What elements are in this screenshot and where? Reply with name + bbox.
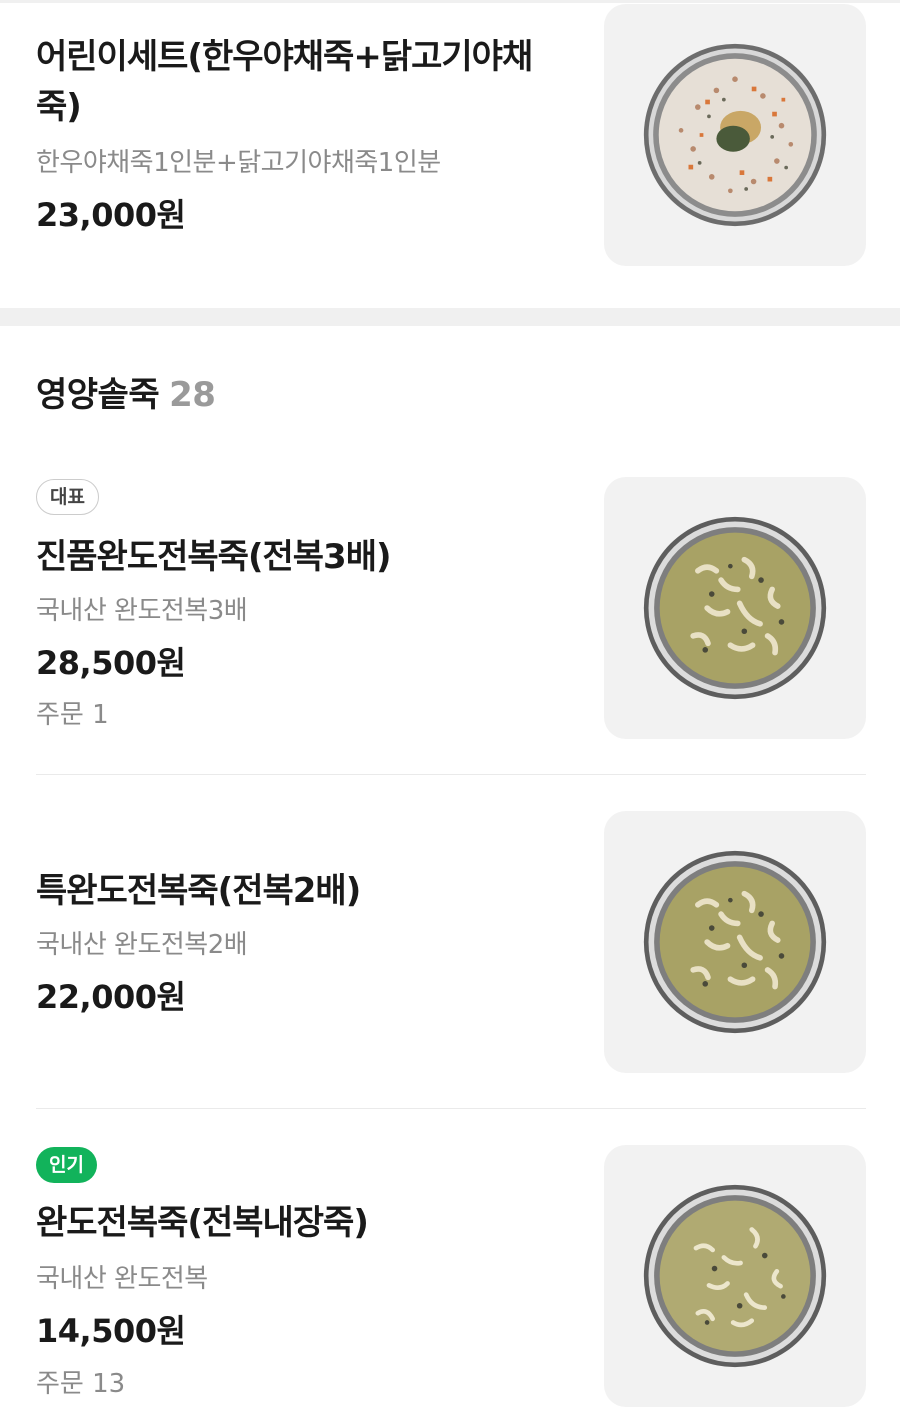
menu-item-price: 22,000원	[36, 978, 186, 1016]
menu-item-price: 28,500원	[36, 644, 186, 682]
menu-item-description: 국내산 완도전복	[36, 1264, 208, 1294]
menu-item-title: 특완도전복죽(전복2배)	[36, 871, 361, 911]
menu-item-title: 어린이세트(한우야채죽+닭고기야채죽)	[36, 37, 533, 127]
item-divider	[36, 774, 866, 775]
menu-item-title: 진품완도전복죽(전복3배)	[36, 537, 392, 577]
menu-item-title: 완도전복죽(전복내장죽)	[36, 1203, 369, 1243]
menu-item-special-abalone[interactable]: 특완도전복죽(전복2배) 국내산 완도전복2배 22,000원	[36, 810, 866, 1074]
popular-badge: 인기	[36, 1147, 97, 1183]
menu-page: 어린이세트(한우야채죽+닭고기야채죽) 한우야채죽1인분+닭고기야채죽1인분 2…	[0, 0, 900, 1415]
section-count: 28	[169, 375, 216, 415]
menu-item-order-count: 주문 13	[36, 1369, 126, 1399]
menu-item-order-count: 주문 1	[36, 700, 109, 730]
menu-item-description: 국내산 완도전복2배	[36, 930, 248, 960]
menu-item-abalone[interactable]: 인기 완도전복죽(전복내장죽) 국내산 완도전복 14,500원 주문 13	[36, 1144, 866, 1408]
abalone-porridge-icon	[643, 850, 827, 1034]
menu-item-price: 14,500원	[36, 1312, 186, 1350]
porridge-vegetable-icon	[643, 43, 827, 227]
section-title: 영양솥죽	[36, 375, 160, 415]
abalone-porridge-icon	[643, 1184, 827, 1368]
item-divider	[36, 1108, 866, 1109]
menu-item-kids-set[interactable]: 어린이세트(한우야채죽+닭고기야채죽) 한우야채죽1인분+닭고기야채죽1인분 2…	[36, 0, 866, 290]
section-header: 영양솥죽 28	[36, 372, 216, 418]
menu-item-image[interactable]	[604, 477, 866, 739]
menu-item-image[interactable]	[604, 1145, 866, 1407]
menu-item-description: 국내산 완도전복3배	[36, 596, 248, 626]
menu-item-image[interactable]	[604, 4, 866, 266]
menu-item-description: 한우야채죽1인분+닭고기야채죽1인분	[36, 148, 441, 178]
menu-item-premium-abalone[interactable]: 대표 진품완도전복죽(전복3배) 국내산 완도전복3배 28,500원 주문 1	[36, 476, 866, 740]
menu-item-price: 23,000원	[36, 196, 186, 234]
menu-item-image[interactable]	[604, 811, 866, 1073]
abalone-porridge-icon	[643, 516, 827, 700]
section-separator	[0, 308, 900, 326]
signature-badge: 대표	[36, 479, 99, 515]
